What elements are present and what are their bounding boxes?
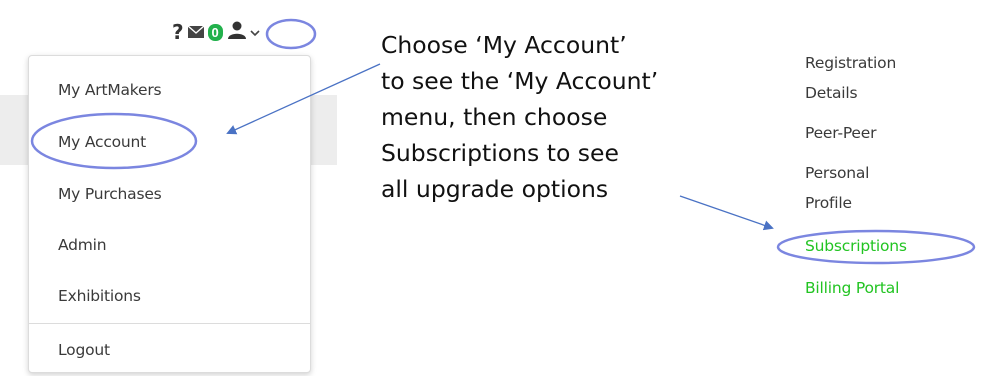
highlight-circle-user-icon	[265, 18, 317, 50]
highlight-circle-my-account	[30, 112, 198, 170]
arrow-to-subscriptions	[679, 195, 774, 231]
highlight-circle-subscriptions	[776, 229, 976, 265]
arrow-to-my-account	[226, 63, 381, 135]
annotation-overlay	[30, 18, 976, 265]
